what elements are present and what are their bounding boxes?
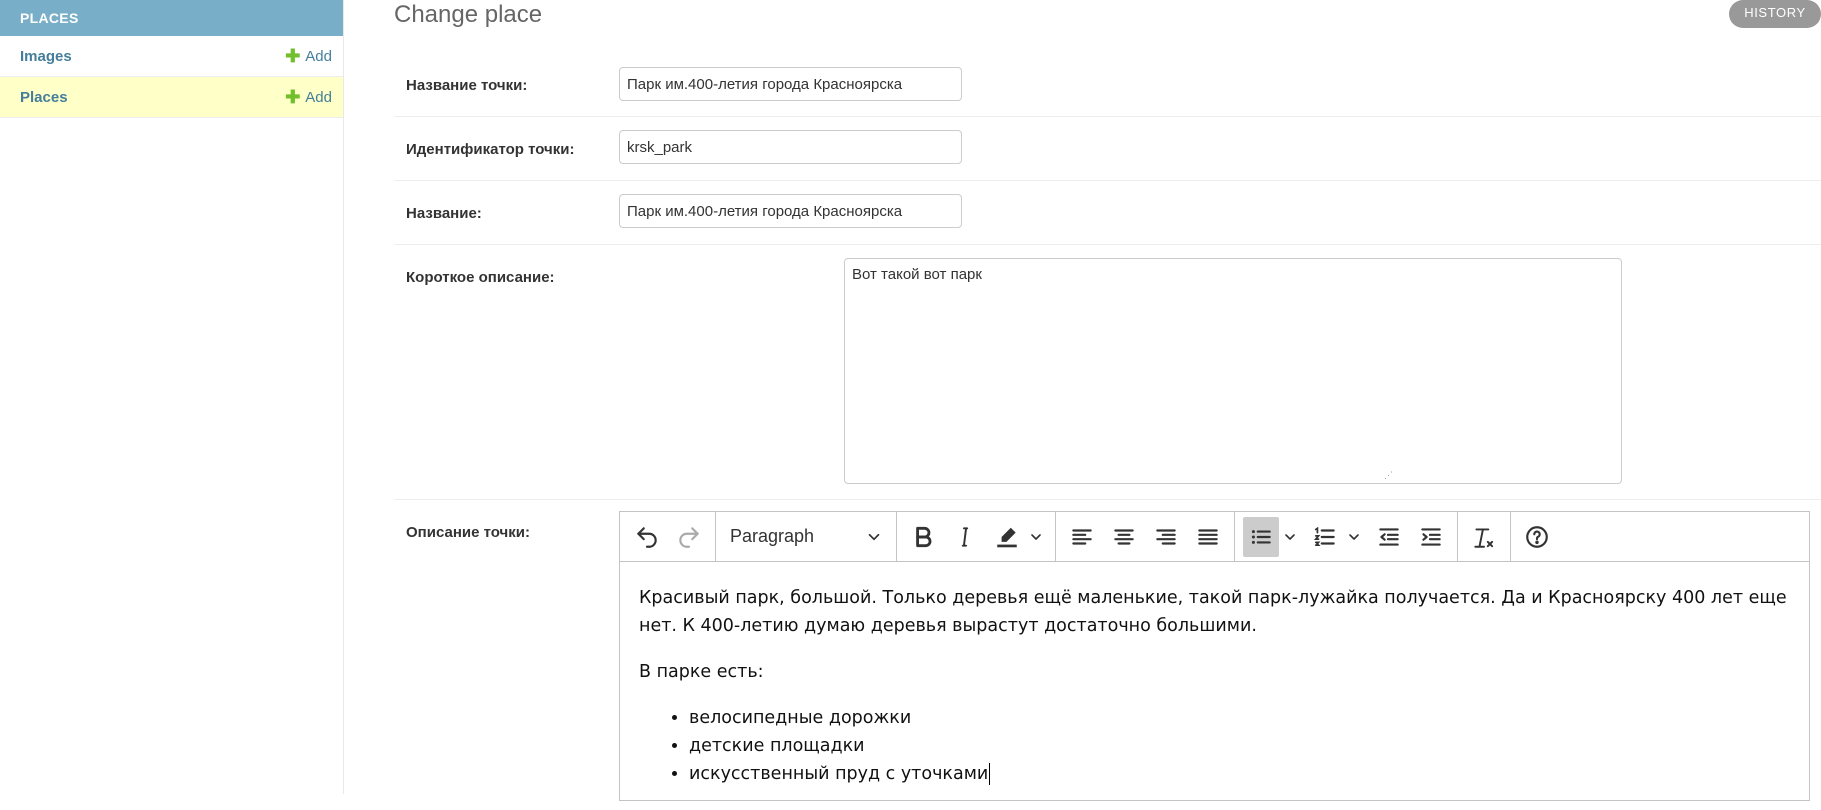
toolbar-separator [1234, 511, 1235, 562]
point-name-input[interactable] [619, 67, 962, 101]
point-name-label: Название точки: [406, 77, 528, 94]
align-center-icon [1114, 528, 1134, 545]
list-item-text: искусственный пруд с уточками [689, 764, 989, 784]
outdent-button[interactable] [1371, 517, 1407, 557]
chevron-down-icon [1349, 533, 1359, 540]
page-title: Change place [394, 1, 543, 28]
editor-content[interactable]: Красивый парк, большой. Только деревья е… [620, 562, 1809, 810]
align-right-button[interactable] [1148, 517, 1184, 557]
align-left-button[interactable] [1064, 517, 1100, 557]
highlight-dropdown-arrow[interactable] [1025, 517, 1047, 557]
bold-icon [916, 526, 932, 547]
help-icon [1526, 525, 1548, 548]
list-item: велосипедные дорожки [689, 704, 1790, 732]
paragraph-label: Paragraph [730, 526, 815, 546]
plus-icon: ✚ [285, 46, 301, 66]
toolbar-separator [1510, 511, 1511, 562]
italic-icon [961, 526, 969, 547]
add-places-link[interactable]: ✚ Add [285, 88, 332, 106]
bulleted-list-button[interactable] [1243, 516, 1279, 557]
undo-button[interactable] [629, 517, 665, 557]
chevron-down-icon [1285, 533, 1295, 540]
remove-format-icon [1474, 527, 1494, 548]
help-button[interactable] [1519, 517, 1555, 557]
description-paragraph: В парке есть: [639, 662, 764, 682]
short-description-label: Короткое описание: [406, 269, 555, 286]
align-justify-button[interactable] [1190, 517, 1226, 557]
indent-icon [1421, 527, 1441, 546]
align-right-icon [1156, 528, 1176, 545]
highlight-button[interactable] [989, 517, 1025, 557]
name-label: Название: [406, 205, 482, 222]
numbered-list-button[interactable] [1307, 517, 1343, 557]
italic-button[interactable] [947, 517, 983, 557]
toolbar-separator [896, 511, 897, 562]
short-description-wrapper: Вот такой вот парк ⋰ [619, 258, 1622, 484]
module-caption[interactable]: PLACES [0, 0, 343, 36]
add-places-label: Add [305, 88, 332, 106]
editor-toolbar: Paragraph [620, 511, 1809, 562]
name-input[interactable] [619, 194, 962, 228]
chevron-down-icon [1031, 533, 1041, 540]
short-description-textarea[interactable]: Вот такой вот парк [844, 258, 1622, 484]
plus-icon: ✚ [285, 87, 301, 107]
resize-grip-icon[interactable]: ⋰ [1384, 471, 1394, 481]
toolbar-separator [1055, 511, 1056, 562]
align-justify-icon [1198, 528, 1218, 545]
add-images-label: Add [305, 47, 332, 65]
numbered-list-dropdown-arrow[interactable] [1343, 517, 1365, 557]
description-paragraph: Красивый парк, большой. Только деревья е… [639, 588, 1787, 636]
sidebar-link-images[interactable]: Images [20, 48, 72, 65]
outdent-icon [1379, 527, 1399, 546]
list-item: детские площадки [689, 732, 1790, 760]
point-id-input[interactable] [619, 130, 962, 164]
sidebar-link-places[interactable]: Places [20, 89, 68, 106]
redo-button[interactable] [671, 517, 707, 557]
numbered-list-icon [1313, 526, 1335, 546]
bold-button[interactable] [905, 517, 941, 557]
sidebar-item-images: Images ✚ Add [0, 36, 343, 77]
point-id-label: Идентификатор точки: [406, 141, 575, 158]
align-left-icon [1072, 528, 1092, 545]
toolbar-separator [715, 511, 716, 562]
list-item: искусственный пруд с уточками [689, 760, 1790, 788]
history-button[interactable]: HISTORY [1729, 0, 1821, 28]
long-description-label: Описание точки: [406, 524, 530, 541]
remove-format-button[interactable] [1466, 517, 1502, 557]
paragraph-dropdown[interactable]: Paragraph [721, 517, 891, 557]
toolbar-separator [1457, 511, 1458, 562]
chevron-down-icon [868, 533, 880, 540]
form-row-point-id: Идентификатор точки: [394, 117, 1821, 181]
sidebar: PLACES Images ✚ Add Places ✚ Add [0, 0, 344, 794]
form-row-point-name: Название точки: [394, 53, 1821, 117]
bulleted-list-icon [1251, 529, 1271, 544]
rich-text-editor: Paragraph Красивый парк, большой. Только… [619, 511, 1810, 801]
add-images-link[interactable]: ✚ Add [285, 47, 332, 65]
redo-icon [679, 526, 699, 548]
form-row-name: Название: [394, 181, 1821, 245]
description-list: велосипедные дорожки детские площадки ис… [639, 704, 1790, 788]
highlight-icon [997, 527, 1017, 547]
align-center-button[interactable] [1106, 517, 1142, 557]
sidebar-item-places: Places ✚ Add [0, 77, 343, 118]
bulleted-list-dropdown-arrow[interactable] [1279, 517, 1301, 557]
text-caret [989, 763, 991, 785]
indent-button[interactable] [1413, 517, 1449, 557]
form-row-short-description: Короткое описание: Вот такой вот парк ⋰ [394, 245, 1821, 500]
undo-icon [637, 526, 657, 548]
